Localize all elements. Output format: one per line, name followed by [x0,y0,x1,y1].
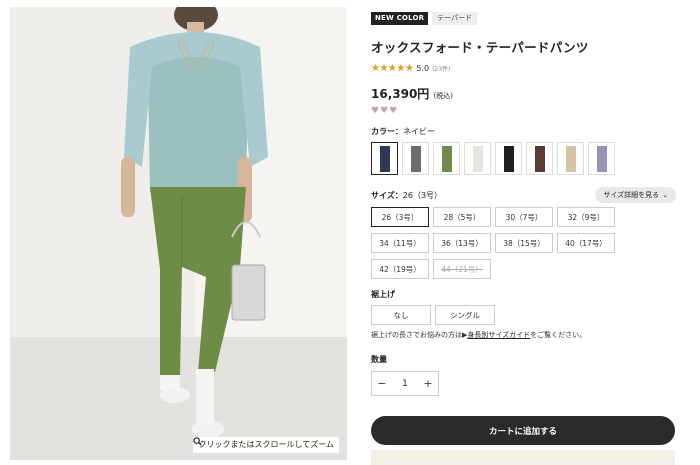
color-swatch-white[interactable] [464,142,491,175]
rating[interactable]: ★★★★★ 5.0 (23件) [371,62,676,74]
hem-note-prefix: 裾上げの長さでお悩みの方は▶ [371,331,468,339]
selected-size: 26（3号） [402,190,443,200]
heart-icon: ♥♥♥ [371,106,399,116]
size-option[interactable]: 28（5号） [433,207,491,227]
size-option[interactable]: 42（19号） [371,259,429,279]
star-rating-icon: ★★★★★ [371,62,414,74]
pants-thumbnail [472,145,483,172]
size-option[interactable]: 30（7号） [495,207,553,227]
pants-thumbnail [503,145,514,172]
quantity-value[interactable]: 1 [402,379,408,389]
color-swatch-green[interactable] [433,142,460,175]
pants-thumbnail [379,145,390,172]
tax-note: (税込) [433,92,453,100]
color-swatches [371,142,676,175]
product-info-panel: NEW COLOR テーパード オックスフォード・テーパードパンツ ★★★★★ … [371,12,676,445]
size-option[interactable]: 26（3号） [371,207,429,227]
color-swatch-navy[interactable] [371,142,398,175]
size-header: サイズ：26（3号） サイズ詳細を見る ⌄ [371,187,676,203]
pants-thumbnail [441,145,452,172]
hem-option-single[interactable]: シングル [435,305,495,325]
minus-button[interactable]: − [376,377,388,390]
color-swatch-beige[interactable] [557,142,584,175]
pants-thumbnail [534,145,545,172]
hem-note-suffix: をご覧ください。 [530,331,587,339]
notice-bar [371,450,675,465]
plus-button[interactable]: + [422,377,434,390]
size-option[interactable]: 34（11号） [371,233,429,253]
magnifier-icon [193,437,203,446]
new-color-badge: NEW COLOR [371,12,429,25]
size-guide-label: サイズ詳細を見る [603,191,660,199]
hem-option-none[interactable]: なし [371,305,431,325]
size-option[interactable]: 40（17号） [557,233,615,253]
selected-color: ネイビー [403,127,435,136]
size-options: 26（3号） 28（5号） 30（7号） 32（9号） 34（11号） 36（13号） 38… [371,207,676,279]
size-option[interactable]: 36（13号） [433,233,491,253]
color-swatch-gray[interactable] [402,142,429,175]
size-label-text: サイズ： [371,190,403,200]
product-image[interactable]: クリックまたはスクロールしてズーム [10,7,347,460]
zoom-hint: クリックまたはスクロールしてズーム [193,437,339,453]
badges: NEW COLOR テーパード [371,12,676,25]
review-count[interactable]: (23件) [432,64,450,73]
pants-thumbnail [596,145,607,172]
size-label: サイズ：26（3号） [371,190,442,201]
size-option[interactable]: 38（15号） [495,233,553,253]
model-photo-illustration [10,7,347,460]
price-value: 16,390円 [371,87,430,101]
quantity-stepper: − 1 + [371,371,439,396]
category-tag[interactable]: テーパード [432,12,478,25]
size-option: 44（21号） [433,259,491,279]
color-swatch-brown[interactable] [526,142,553,175]
pants-thumbnail [410,145,421,172]
hem-label: 裾上げ [371,290,395,299]
hem-options: なし シングル [371,305,676,325]
hem-note: 裾上げの長さでお悩みの方は▶身長別サイズガイドをご覧ください。 [371,330,676,340]
product-title: オックスフォード・テーパードパンツ [371,40,589,55]
color-swatch-lavender[interactable] [588,142,615,175]
color-swatch-black[interactable] [495,142,522,175]
chevron-down-icon: ⌄ [662,191,668,199]
size-guide-link[interactable]: 身長別サイズガイド [467,331,530,339]
add-to-cart-button[interactable]: カートに追加する [371,416,675,445]
size-option[interactable]: 32（9号） [557,207,615,227]
pants-thumbnail [565,145,576,172]
rating-value: 5.0 [416,63,430,73]
zoom-hint-text: クリックまたはスクロールしてズーム [198,440,334,449]
size-guide-button[interactable]: サイズ詳細を見る ⌄ [595,187,676,203]
color-label-text: カラー： [371,127,403,136]
quantity-label: 数量 [371,355,387,364]
color-label: カラー：ネイビー [371,126,676,137]
price: 16,390円 (税込) [371,85,676,102]
